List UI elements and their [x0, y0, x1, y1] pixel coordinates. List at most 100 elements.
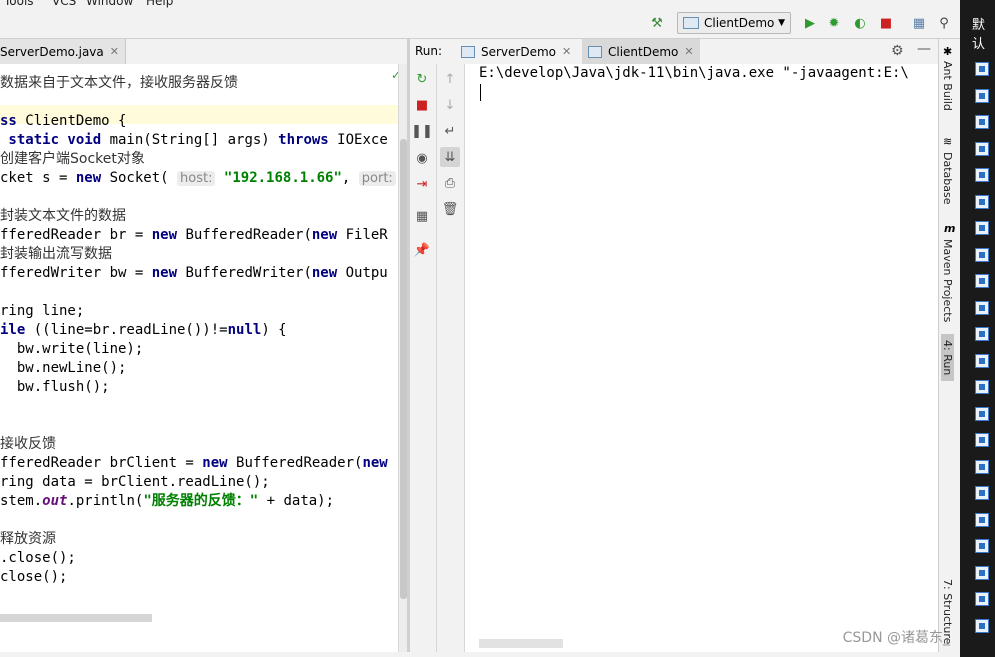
trash-icon[interactable]: 🗑: [440, 199, 460, 219]
taskbar-file-icon[interactable]: [975, 274, 989, 288]
tool-run[interactable]: 4: Run: [941, 334, 954, 382]
code-token: bw.newLine();: [0, 360, 127, 376]
layout-icon[interactable]: ▦: [412, 206, 432, 226]
taskbar-file-icon[interactable]: [975, 115, 989, 129]
code-token: new: [362, 455, 388, 471]
pause-icon[interactable]: ❚❚: [411, 121, 433, 141]
console-horizontal-scrollbar[interactable]: [479, 639, 563, 648]
menu-window[interactable]: Window: [86, 0, 133, 8]
code-token: FileR: [345, 227, 388, 243]
run-console[interactable]: E:\develop\Java\jdk-11\bin\java.exe "-ja…: [465, 64, 938, 657]
code-token: 释放资源: [0, 531, 56, 547]
editor-horizontal-scrollbar[interactable]: [0, 614, 152, 622]
code-token: stem.: [0, 493, 43, 509]
run-tab-clientdemo[interactable]: ClientDemo ✕: [582, 39, 700, 64]
code-token: bw.flush();: [0, 379, 110, 395]
run-actions-secondary: ↑ ↓ ↵ ⇊ ⎙ 🗑: [437, 64, 465, 657]
taskbar-file-icon[interactable]: [975, 406, 989, 421]
database-icon: ≋: [943, 135, 953, 148]
tool-ant-build[interactable]: Ant Build: [941, 61, 954, 111]
taskbar-file-icon[interactable]: [975, 539, 989, 553]
code-token: "192.168.1.66": [223, 170, 342, 186]
code-token: fferedReader brClient =: [0, 455, 203, 471]
status-strip: [0, 652, 960, 657]
pin-icon[interactable]: 📌: [412, 240, 432, 260]
taskbar-file-icon[interactable]: [975, 62, 989, 76]
code-line: ss ClientDemo {: [0, 112, 126, 131]
menu-help[interactable]: Help: [146, 0, 173, 8]
taskbar-file-icon[interactable]: [975, 247, 989, 262]
close-icon[interactable]: ✕: [562, 45, 571, 58]
settings-gear-icon[interactable]: ⚙: [891, 43, 904, 59]
code-editor[interactable]: 数据来自于文本文件，接收服务器反馈 ss ClientDemo { static …: [0, 64, 398, 657]
taskbar-file-icon[interactable]: [975, 565, 989, 580]
taskbar-file-icon[interactable]: [975, 618, 989, 633]
project-structure-icon[interactable]: ▦: [910, 14, 928, 32]
code-token: port:: [358, 171, 396, 186]
menu-tools[interactable]: Tools: [4, 0, 34, 8]
coverage-icon[interactable]: ◐: [851, 14, 869, 32]
code-token: 创建客户端: [0, 151, 70, 167]
tool-maven-projects[interactable]: Maven Projects: [941, 239, 954, 322]
taskbar-file-icon[interactable]: [975, 353, 989, 368]
taskbar-file-icon[interactable]: [975, 592, 989, 606]
print-icon[interactable]: ⎙: [440, 173, 460, 193]
scroll-thumb[interactable]: [400, 139, 407, 599]
search-everywhere-icon[interactable]: ⚲: [935, 14, 953, 32]
menu-vcs[interactable]: VCS: [52, 0, 76, 8]
code-token: ((line=br.readLine())!=: [33, 322, 228, 338]
code-line: ring data = brClient.readLine();: [0, 473, 270, 492]
code-token: main(String[] args): [109, 132, 279, 148]
run-tab-serverdemo[interactable]: ServerDemo ✕: [455, 39, 577, 64]
taskbar-file-icon[interactable]: [975, 194, 989, 209]
arrow-down-icon[interactable]: ↓: [440, 95, 460, 115]
run-icon[interactable]: ▶: [801, 14, 819, 32]
soft-wrap-icon[interactable]: ↵: [440, 121, 460, 141]
code-token: new: [75, 170, 110, 186]
scroll-to-end-icon[interactable]: ⇊: [440, 147, 460, 167]
code-line: 封装输出流写数据: [0, 245, 112, 264]
taskbar-file-icon[interactable]: [975, 512, 989, 527]
taskbar-file-icon[interactable]: [975, 88, 989, 103]
code-token: ring data = brClient.readLine();: [0, 474, 270, 490]
code-token: ) {: [261, 322, 287, 338]
code-token: .println(: [67, 493, 144, 509]
code-line: fferedReader brClient = new BufferedRead…: [0, 454, 388, 473]
code-token: ring line;: [0, 303, 85, 319]
close-icon[interactable]: ✕: [684, 45, 693, 58]
taskbar-file-icon[interactable]: [975, 141, 989, 156]
tab-serverdemo-java[interactable]: ServerDemo.java ✕: [0, 39, 126, 64]
taskbar-file-icon[interactable]: [975, 300, 989, 315]
tab-label: ServerDemo.java: [0, 44, 104, 59]
code-line: cket s = new Socket( host: "192.168.1.66…: [0, 169, 396, 188]
arrow-up-icon[interactable]: ↑: [440, 69, 460, 89]
run-config-dropdown[interactable]: ClientDemo ▼: [677, 12, 791, 34]
taskbar-file-icon[interactable]: [975, 380, 989, 394]
tool-database[interactable]: Database: [941, 152, 954, 205]
taskbar-file-icon[interactable]: [975, 486, 989, 500]
debug-bug-icon[interactable]: ✹: [825, 14, 843, 32]
code-token: 对象: [116, 151, 145, 167]
code-token: "服务器的反馈：": [143, 493, 259, 509]
code-token: .close();: [0, 550, 76, 566]
main-toolbar: ⚒ ClientDemo ▼ ▶ ✹ ◐ ■ ▦ ⚲: [0, 8, 960, 39]
minimize-icon[interactable]: —: [917, 41, 931, 57]
console-output-line: E:\develop\Java\jdk-11\bin\java.exe "-ja…: [479, 65, 909, 81]
taskbar-file-icon[interactable]: [975, 327, 989, 341]
stop-icon[interactable]: ■: [877, 14, 895, 32]
stop-icon[interactable]: ■: [412, 95, 432, 115]
taskbar-file-icon[interactable]: [975, 459, 989, 474]
menu-bar: Tools VCS Window Help: [0, 0, 960, 8]
taskbar-title: 默认: [972, 18, 986, 52]
code-token: BufferedReader(: [185, 227, 312, 243]
taskbar-file-icon[interactable]: [975, 221, 989, 235]
code-token: static void: [0, 132, 110, 148]
taskbar-file-icon[interactable]: [975, 433, 989, 447]
exit-icon[interactable]: ⇥: [412, 174, 432, 194]
close-icon[interactable]: ✕: [110, 45, 119, 58]
run-config-label: ClientDemo: [704, 16, 775, 30]
taskbar-file-icon[interactable]: [975, 168, 989, 182]
build-hammer-icon[interactable]: ⚒: [648, 14, 666, 32]
camera-dump-icon[interactable]: ◉: [412, 148, 432, 168]
rerun-icon[interactable]: ↻: [412, 69, 432, 89]
